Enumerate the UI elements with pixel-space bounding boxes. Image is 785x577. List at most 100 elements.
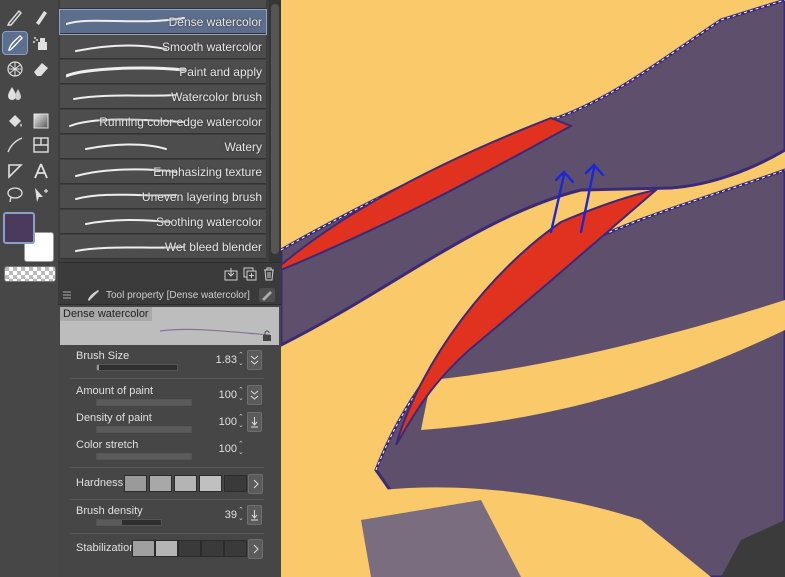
color-stretch-row: Color stretch 100 ⌃ ⌄ xyxy=(70,439,263,463)
brush-density-slider[interactable] xyxy=(96,519,162,526)
density-of-paint-value[interactable]: 100 xyxy=(219,416,237,428)
transparent-color-swatch[interactable] xyxy=(4,266,56,282)
brush-item[interactable]: Watercolor brush xyxy=(60,85,266,109)
stabilization-level-5[interactable] xyxy=(224,540,247,557)
density-of-paint-label: Density of paint xyxy=(76,412,152,424)
brush-item-label: Running color edge watercolor xyxy=(99,115,262,129)
copy-icon[interactable] xyxy=(243,267,257,281)
edit-icon[interactable] xyxy=(259,288,275,302)
pen-icon[interactable] xyxy=(3,6,27,28)
fill-icon[interactable] xyxy=(3,110,27,132)
amount-of-paint-row: Amount of paint 100 ⌃ ⌄ xyxy=(70,385,263,409)
amount-of-paint-value[interactable]: 100 xyxy=(219,389,237,401)
blend-icon[interactable] xyxy=(3,82,27,104)
divider xyxy=(70,533,264,534)
color-stretch-value[interactable]: 100 xyxy=(219,443,237,455)
figure-icon[interactable] xyxy=(3,134,27,156)
menu-icon[interactable] xyxy=(62,289,72,301)
import-icon[interactable] xyxy=(224,267,238,281)
brush-item[interactable]: Dense watercolor xyxy=(59,9,267,35)
brush-item[interactable]: Uneven layering brush xyxy=(60,185,266,209)
hardness-level-1[interactable] xyxy=(124,475,147,492)
brush-density-value[interactable]: 39 xyxy=(225,509,237,521)
stabilization-level-3[interactable] xyxy=(178,540,201,557)
amount-of-paint-spinner[interactable]: ⌃ ⌄ xyxy=(238,387,246,403)
hardness-level-3[interactable] xyxy=(174,475,197,492)
brush-size-label: Brush Size xyxy=(76,350,130,362)
brush-item[interactable]: Transparent watercolor xyxy=(60,0,266,9)
brush-size-spinner[interactable]: ⌃ ⌄ xyxy=(238,352,246,368)
brush-icon[interactable] xyxy=(2,31,28,55)
hardness-row: Hardness xyxy=(70,474,264,494)
brush-item-label: Dense watercolor xyxy=(168,15,262,29)
brush-tool-icon xyxy=(86,288,100,302)
color-stretch-spinner[interactable]: ⌃ ⌄ xyxy=(238,441,246,457)
main-color-swatch[interactable] xyxy=(3,212,35,244)
tool-property-title: Tool property [Dense watercolor] xyxy=(106,290,250,301)
brush-item[interactable]: Wet bleed blender xyxy=(60,235,266,259)
ruler-icon[interactable] xyxy=(3,160,27,182)
divider xyxy=(70,378,264,379)
brush-item-label: Smooth watercolor xyxy=(161,40,262,54)
amount-of-paint-slider[interactable] xyxy=(96,399,192,406)
brush-item[interactable]: Paint and apply xyxy=(60,60,266,84)
brush-size-row: Brush Size 1.83 ⌃ ⌄ xyxy=(70,350,263,374)
brush-stroke-preview xyxy=(73,94,177,100)
stabilization-label: Stabilization xyxy=(76,542,136,554)
divider xyxy=(70,467,264,468)
hardness-level-4[interactable] xyxy=(199,475,222,492)
brush-density-spinner[interactable]: ⌃ ⌄ xyxy=(238,507,246,523)
brush-panel-footer xyxy=(58,262,281,287)
hardness-expand-button[interactable] xyxy=(248,474,263,494)
stabilization-level-2[interactable] xyxy=(155,540,178,557)
brush-size-value[interactable]: 1.83 xyxy=(216,354,237,366)
brush-density-label: Brush density xyxy=(76,505,143,517)
brush-item-label: Soothing watercolor xyxy=(155,215,262,229)
object-select-icon[interactable] xyxy=(29,184,53,206)
brush-item[interactable]: Running color edge watercolor xyxy=(60,110,266,134)
amount-of-paint-label: Amount of paint xyxy=(76,385,154,397)
pencil-icon[interactable] xyxy=(29,6,53,28)
trash-icon[interactable] xyxy=(262,267,276,281)
stabilization-row: Stabilization xyxy=(70,539,264,559)
brush-size-pressure-button[interactable] xyxy=(247,350,262,370)
brush-item-label: Uneven layering brush xyxy=(141,190,262,204)
brush-size-slider[interactable] xyxy=(96,364,178,371)
tool-toolbar xyxy=(0,0,59,577)
brush-item[interactable]: Watery xyxy=(60,135,266,159)
brush-item[interactable]: Soothing watercolor xyxy=(60,210,266,234)
brush-item[interactable]: Emphasizing texture xyxy=(60,160,266,184)
decoration-icon[interactable] xyxy=(3,58,27,80)
brush-item-label: Watercolor brush xyxy=(171,90,262,104)
hardness-level-2[interactable] xyxy=(149,475,172,492)
color-stretch-slider[interactable] xyxy=(96,453,192,460)
lasso-icon[interactable] xyxy=(3,184,27,206)
scrollbar-thumb[interactable] xyxy=(271,4,279,254)
tool-property-header: Tool property [Dense watercolor] xyxy=(58,287,281,305)
stabilization-expand-button[interactable] xyxy=(248,539,263,559)
brush-density-pressure-button[interactable] xyxy=(247,505,262,525)
frame-icon[interactable] xyxy=(29,134,53,156)
hardness-level-5[interactable] xyxy=(224,475,247,492)
lock-icon[interactable] xyxy=(261,330,273,342)
brush-item-label: Watery xyxy=(224,140,262,154)
drawing-canvas[interactable] xyxy=(281,0,785,577)
density-pressure-button[interactable] xyxy=(247,412,262,432)
hardness-label: Hardness xyxy=(76,477,124,489)
brush-density-row: Brush density 39 ⌃ ⌄ xyxy=(70,505,263,529)
brush-stroke-preview xyxy=(85,143,167,150)
color-stretch-label: Color stretch xyxy=(76,439,139,451)
stabilization-level-4[interactable] xyxy=(201,540,224,557)
density-of-paint-slider[interactable] xyxy=(96,426,192,433)
brush-list-scrollbar[interactable] xyxy=(269,0,281,262)
gradient-icon[interactable] xyxy=(29,110,53,132)
amount-of-paint-pressure-button[interactable] xyxy=(247,385,262,405)
divider xyxy=(70,499,264,500)
brush-item[interactable]: Smooth watercolor xyxy=(60,35,266,59)
stabilization-level-1[interactable] xyxy=(132,540,155,557)
density-of-paint-spinner[interactable]: ⌃ ⌄ xyxy=(238,414,246,430)
eraser-icon[interactable] xyxy=(29,58,53,80)
text-icon[interactable] xyxy=(29,160,53,182)
sub-tool-panel: Transparent watercolor Dense watercolor Sm… xyxy=(58,0,282,287)
airbrush-icon[interactable] xyxy=(29,32,53,54)
